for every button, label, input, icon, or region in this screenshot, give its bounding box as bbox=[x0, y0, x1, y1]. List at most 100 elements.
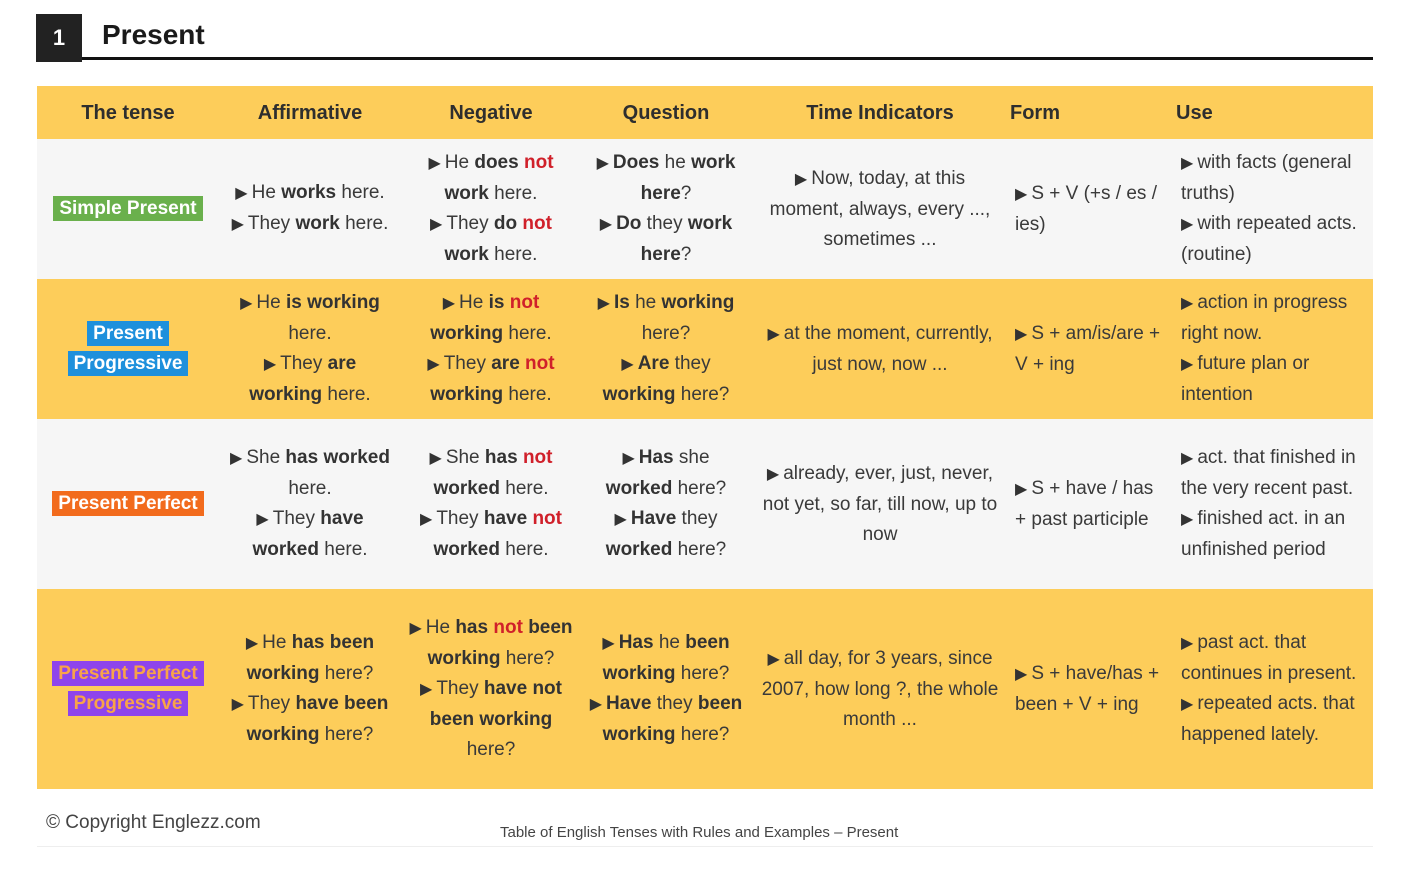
sentence-fragment: here? bbox=[500, 648, 555, 669]
sentence-fragment: here. bbox=[322, 384, 371, 405]
verb-emphasis: Are bbox=[637, 353, 670, 374]
bullet-arrow-icon: ▶ bbox=[597, 295, 610, 312]
column-header: Question bbox=[581, 86, 751, 139]
bullet-arrow-icon: ▶ bbox=[621, 356, 634, 373]
sentence-fragment: here? bbox=[319, 663, 374, 684]
use-cell: ▶ action in progress right now. ▶ future pl… bbox=[1175, 279, 1373, 419]
example-sentence: ▶ She has not worked here. bbox=[407, 443, 575, 504]
verb-emphasis: has bbox=[285, 447, 319, 468]
time-indicators-cell: ▶ Now, today, at this moment, always, eve… bbox=[751, 139, 1009, 279]
table-row: Present Perfect Progressive ▶ He has been … bbox=[37, 589, 1373, 789]
sentence-fragment: here? bbox=[641, 323, 691, 344]
verb-emphasis: working bbox=[249, 384, 323, 405]
tense-name-cell: Present Progressive bbox=[37, 279, 219, 419]
verb-emphasis: Is bbox=[613, 292, 630, 313]
bullet-arrow-icon: ▶ bbox=[767, 650, 780, 668]
sentence-fragment: They bbox=[443, 353, 492, 374]
sentence-fragment: here. bbox=[488, 244, 538, 265]
form-text: S + have / has + past participle bbox=[1015, 477, 1154, 530]
sentence-fragment: They bbox=[436, 678, 484, 699]
table-row: Simple Present ▶ He works here. ▶ They work … bbox=[37, 139, 1373, 279]
verb-emphasis: Have bbox=[630, 508, 677, 529]
use-item: ▶ repeated acts. that happened lately. bbox=[1181, 689, 1367, 750]
bullet-arrow-icon: ▶ bbox=[240, 295, 253, 312]
verb-emphasis: is bbox=[488, 292, 505, 313]
footer-divider bbox=[37, 846, 1373, 847]
sentence-fragment: She bbox=[246, 447, 286, 468]
use-item: ▶ with repeated acts. (routine) bbox=[1181, 209, 1367, 270]
bullet-arrow-icon: ▶ bbox=[263, 356, 277, 373]
bullet-arrow-icon: ▶ bbox=[1181, 511, 1194, 528]
use-text: finished act. in an unfinished period bbox=[1181, 508, 1346, 560]
sentence-fragment: here. bbox=[288, 478, 332, 499]
verb-emphasis: working bbox=[430, 323, 504, 344]
sentence-fragment: they bbox=[669, 353, 711, 374]
verb-emphasis: are bbox=[327, 353, 357, 374]
use-item: ▶ future plan or intention bbox=[1181, 349, 1367, 410]
example-sentence: ▶ Are they working here? bbox=[587, 349, 745, 410]
time-indicators-text: already, ever, just, never, not yet, so … bbox=[762, 462, 998, 545]
sentence-fragment: They bbox=[446, 213, 494, 234]
example-sentence: ▶ Does he work here? bbox=[587, 148, 745, 209]
sentence-fragment: They bbox=[247, 213, 296, 234]
form-cell: ▶ S + have/has + been + V + ing bbox=[1009, 589, 1175, 789]
table-row: Present Perfect ▶ She has worked here. ▶ The… bbox=[37, 419, 1373, 589]
tense-badge: Simple Present bbox=[53, 196, 203, 221]
form-text: S + V (+s / es / ies) bbox=[1015, 182, 1157, 235]
affirmative-cell: ▶ She has worked here. ▶ They have worked h… bbox=[219, 419, 401, 589]
verb-emphasis: does bbox=[474, 152, 519, 173]
negation-word: not bbox=[522, 447, 553, 468]
verb-emphasis: Has bbox=[618, 632, 654, 653]
use-text: with repeated acts. (routine) bbox=[1181, 213, 1357, 265]
negative-cell: ▶ She has not worked here. ▶ They have not … bbox=[401, 419, 581, 589]
bullet-arrow-icon: ▶ bbox=[256, 511, 269, 528]
time-indicators-text: all day, for 3 years, since 2007, how lo… bbox=[761, 647, 999, 730]
bullet-arrow-icon: ▶ bbox=[614, 511, 627, 528]
bullet-arrow-icon: ▶ bbox=[1181, 635, 1194, 652]
bullet-arrow-icon: ▶ bbox=[767, 325, 780, 343]
use-text: future plan or intention bbox=[1181, 353, 1310, 405]
sentence-fragment: here. bbox=[288, 323, 332, 344]
sentence-fragment: he bbox=[659, 152, 692, 173]
sentence-fragment: here? bbox=[672, 539, 727, 560]
verb-emphasis: has bbox=[484, 447, 518, 468]
bullet-arrow-icon: ▶ bbox=[429, 450, 442, 467]
verb-emphasis: work bbox=[444, 244, 489, 265]
sentence-fragment: they bbox=[651, 693, 698, 714]
question-cell: ▶ Does he work here? ▶ Do they work here? bbox=[581, 139, 751, 279]
verb-emphasis: Do bbox=[616, 213, 642, 234]
verb-emphasis: have bbox=[320, 508, 364, 529]
form-cell: ▶ S + V (+s / es / ies) bbox=[1009, 139, 1175, 279]
example-sentence: ▶ He has not been working here? bbox=[407, 613, 575, 674]
example-sentence: ▶ Do they work here? bbox=[587, 209, 745, 270]
sentence-fragment: They bbox=[272, 508, 321, 529]
sentence-fragment: He bbox=[459, 292, 489, 313]
bullet-arrow-icon: ▶ bbox=[1181, 450, 1194, 467]
verb-emphasis: Does bbox=[612, 152, 660, 173]
verb-emphasis: have bbox=[483, 508, 528, 529]
example-sentence: ▶ He is working here. bbox=[225, 288, 395, 349]
question-cell: ▶ Is he working here? ▶ Are they working he… bbox=[581, 279, 751, 419]
sentence-fragment: here. bbox=[503, 323, 552, 344]
section-heading: 1 Present bbox=[36, 14, 1373, 62]
tense-badge: Present Progressive bbox=[67, 321, 189, 376]
table-row: Present Progressive ▶ He is working here. ▶… bbox=[37, 279, 1373, 419]
time-indicators-cell: ▶ already, ever, just, never, not yet, so… bbox=[751, 419, 1009, 589]
bullet-arrow-icon: ▶ bbox=[1181, 295, 1194, 312]
use-item: ▶ action in progress right now. bbox=[1181, 288, 1367, 349]
section-number: 1 bbox=[36, 14, 82, 62]
verb-emphasis: Has bbox=[638, 447, 674, 468]
use-cell: ▶ act. that finished in the very recent p… bbox=[1175, 419, 1373, 589]
bullet-arrow-icon: ▶ bbox=[1015, 665, 1028, 683]
example-sentence: ▶ He works here. bbox=[225, 178, 395, 209]
use-cell: ▶ with facts (general truths) ▶ with repeat… bbox=[1175, 139, 1373, 279]
sentence-fragment: He bbox=[425, 617, 456, 638]
sentence-fragment: here. bbox=[499, 539, 549, 560]
example-sentence: ▶ They work here. bbox=[225, 209, 395, 240]
bullet-arrow-icon: ▶ bbox=[231, 216, 244, 233]
example-sentence: ▶ They have not worked here. bbox=[407, 504, 575, 565]
bullet-arrow-icon: ▶ bbox=[230, 450, 243, 467]
bullet-arrow-icon: ▶ bbox=[235, 185, 248, 202]
sentence-fragment: he bbox=[653, 632, 686, 653]
bullet-arrow-icon: ▶ bbox=[602, 635, 615, 652]
